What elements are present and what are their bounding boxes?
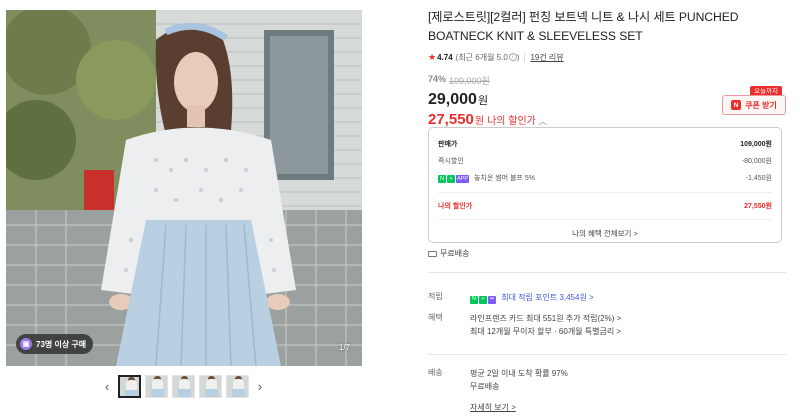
my-price: 27,550 bbox=[428, 111, 474, 128]
original-price: 109,000원 bbox=[449, 76, 490, 86]
rating-score: 4.74 bbox=[437, 52, 453, 62]
delivery-fee: 무료배송 bbox=[470, 382, 500, 391]
product-main-image[interactable]: ▣ 73명 이상 구매 1/7 bbox=[6, 10, 362, 366]
benefit-label: 혜택 bbox=[428, 313, 443, 322]
rating-detail: (최근 6개월 5.0 bbox=[455, 52, 508, 62]
earn-row: 적립 N + ▪▪ 최대 적립 포인트 3,454원 > bbox=[428, 291, 594, 304]
naver-logo-icon: N bbox=[731, 100, 742, 110]
divider bbox=[438, 192, 772, 193]
product-photo bbox=[6, 10, 362, 366]
my-price-unit: 원 bbox=[474, 116, 485, 127]
free-shipping-row: 무료배송 bbox=[428, 248, 469, 259]
thumbnail-1[interactable] bbox=[118, 374, 141, 398]
review-count-link[interactable]: 19건 리뷰 bbox=[530, 52, 563, 63]
app-chips: N + APP bbox=[438, 174, 470, 183]
divider bbox=[438, 219, 772, 220]
breakdown-sale-price: 판매가 109,000원 bbox=[438, 140, 772, 148]
delivery-probability: 평균 2일 이내 도착 확률 97% bbox=[470, 369, 568, 378]
naver-chip: N bbox=[438, 174, 446, 183]
truck-icon bbox=[428, 250, 437, 257]
info-icon[interactable]: i bbox=[508, 53, 517, 61]
earn-chips: N + ▪▪ bbox=[470, 295, 496, 304]
thumbnail-strip: ‹ › bbox=[100, 374, 267, 398]
product-title: [제로스트릿][2컬러] 펀칭 보트넥 니트 & 나시 세트 PUNCHED B… bbox=[428, 10, 739, 43]
thumbnail-2[interactable] bbox=[145, 374, 168, 398]
coupon-button[interactable]: N 쿠폰 받기 bbox=[722, 95, 786, 115]
breakdown-app-discount: N + APP 놓치운 썸머 블프 5% -1,450원 bbox=[438, 174, 772, 183]
breakdown-my-price: 나의 할인가 27,550원 bbox=[438, 202, 772, 210]
rating-row: ★ 4.74 (최근 6개월 5.0 i) 19건 리뷰 bbox=[428, 51, 564, 63]
divider bbox=[428, 354, 786, 355]
divider bbox=[524, 52, 526, 62]
free-shipping-text: 무료배송 bbox=[440, 249, 470, 258]
bag-icon: ▣ bbox=[20, 338, 32, 350]
thumbnail-3[interactable] bbox=[172, 374, 195, 398]
membership-chip: ▪▪ bbox=[488, 295, 496, 304]
delivery-details-link[interactable]: 자세히 보기 > bbox=[470, 401, 568, 414]
installment-benefit-link[interactable]: 최대 12개월 무이자 할부 · 60개월 특별금리 > bbox=[470, 325, 621, 338]
chevron-left-icon[interactable]: ‹ bbox=[100, 374, 114, 398]
benefit-row: 혜택 라인프렌즈 카드 최대 551원 추가 적립(2%) > 최대 12개월 … bbox=[428, 312, 621, 338]
coupon-button-label: 쿠폰 받기 bbox=[745, 100, 777, 110]
original-price-row: 74% 109,000원 bbox=[428, 74, 786, 87]
sale-price-unit: 원 bbox=[477, 95, 489, 107]
star-icon: ★ bbox=[428, 51, 437, 62]
my-price-label: 나의 할인가 bbox=[487, 116, 536, 127]
divider bbox=[428, 272, 786, 273]
earn-points-link[interactable]: 최대 적립 포인트 3,454원 > bbox=[501, 293, 593, 302]
earn-label: 적립 bbox=[428, 292, 443, 301]
purchase-count-badge: ▣ 73명 이상 구매 bbox=[16, 334, 94, 354]
all-benefits-link[interactable]: 나의 혜택 전체보기 > bbox=[438, 228, 772, 239]
plus-chip: + bbox=[447, 174, 455, 183]
product-info-panel: [제로스트릿][2컬러] 펀칭 보트넥 니트 & 나시 세트 PUNCHED B… bbox=[428, 0, 786, 412]
naver-chip: N bbox=[470, 295, 478, 304]
image-counter: 1/7 bbox=[338, 343, 350, 352]
purchase-count-text: 73명 이상 구매 bbox=[36, 339, 87, 349]
chevron-right-icon[interactable]: › bbox=[253, 374, 267, 398]
thumbnail-4[interactable] bbox=[199, 374, 222, 398]
plus-chip: + bbox=[479, 295, 487, 304]
discount-percent: 74% bbox=[428, 74, 447, 84]
chevron-up-icon[interactable]: ︿ bbox=[539, 116, 547, 127]
delivery-label: 배송 bbox=[428, 368, 443, 377]
delivery-row: 배송 평균 2일 이내 도착 확률 97% 무료배송 자세히 보기 > bbox=[428, 367, 568, 414]
card-benefit-link[interactable]: 라인프렌즈 카드 최대 551원 추가 적립(2%) > bbox=[470, 312, 621, 325]
price-breakdown-box: 판매가 109,000원 즉시할인 -80,000원 N + APP 놓치운 썸… bbox=[428, 127, 782, 243]
app-chip: APP bbox=[456, 174, 470, 183]
thumbnail-5[interactable] bbox=[226, 374, 249, 398]
breakdown-instant-discount: 즉시할인 -80,000원 bbox=[438, 157, 772, 165]
sale-price: 29,000 bbox=[428, 91, 477, 108]
